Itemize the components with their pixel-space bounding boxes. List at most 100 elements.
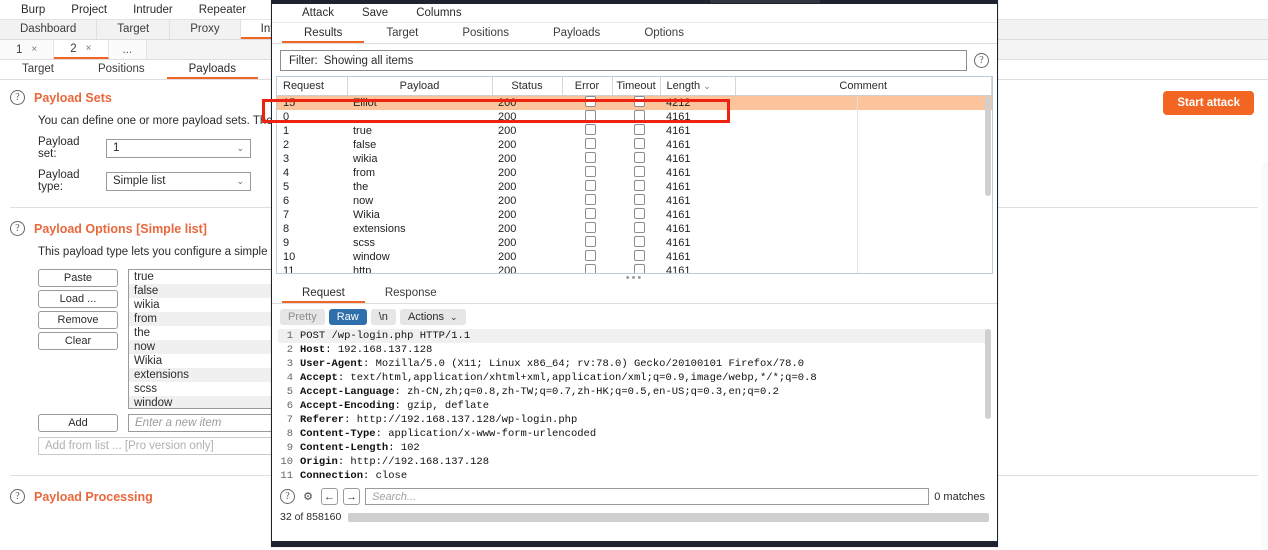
column-header-length[interactable]: Length ⌄ xyxy=(660,77,736,96)
timeout-checkbox[interactable] xyxy=(633,221,645,233)
splitter-handle[interactable]: ••• xyxy=(272,273,997,284)
table-row[interactable]: 7 Wikia 200 4161 xyxy=(277,207,992,222)
cell-comment[interactable] xyxy=(735,138,992,152)
error-checkbox[interactable] xyxy=(584,109,596,121)
timeout-checkbox[interactable] xyxy=(633,151,645,163)
tab-proxy[interactable]: Proxy xyxy=(170,20,241,39)
help-icon[interactable]: ? xyxy=(10,221,25,236)
close-icon[interactable]: × xyxy=(86,43,92,54)
pretty-button[interactable]: Pretty xyxy=(280,309,325,325)
attack-tab-2[interactable]: 2 × xyxy=(54,40,109,59)
window-titlebar[interactable]: root@kali xyxy=(710,0,820,3)
payload-set-select[interactable]: 1 ⌄ xyxy=(106,138,251,158)
cell-comment[interactable] xyxy=(735,208,992,222)
help-icon[interactable]: ? xyxy=(974,53,989,68)
main-panel-scrollbar[interactable] xyxy=(1262,162,1268,550)
tab-request[interactable]: Request xyxy=(282,284,365,303)
raw-button[interactable]: Raw xyxy=(328,309,367,325)
timeout-checkbox[interactable] xyxy=(633,165,645,177)
tab-dashboard[interactable]: Dashboard xyxy=(0,20,98,39)
cell-comment[interactable] xyxy=(735,180,992,194)
results-table-scrollbar[interactable] xyxy=(985,96,991,196)
subtab-payloads[interactable]: Payloads xyxy=(166,60,258,79)
search-next-button[interactable]: → xyxy=(343,488,360,505)
timeout-checkbox[interactable] xyxy=(633,137,645,149)
error-checkbox[interactable] xyxy=(584,137,596,149)
cell-comment[interactable] xyxy=(735,152,992,166)
subtab-target[interactable]: Target xyxy=(0,60,76,79)
column-header-comment[interactable]: Comment xyxy=(735,77,992,96)
timeout-checkbox[interactable] xyxy=(633,207,645,219)
table-row[interactable]: 3 wikia 200 4161 xyxy=(277,151,992,166)
table-row[interactable]: 2 false 200 4161 xyxy=(277,137,992,152)
column-header-payload[interactable]: Payload xyxy=(347,77,493,96)
timeout-checkbox[interactable] xyxy=(633,109,645,121)
error-checkbox[interactable] xyxy=(584,123,596,135)
help-icon[interactable]: ? xyxy=(280,489,295,504)
timeout-checkbox[interactable] xyxy=(633,123,645,135)
menu-item-attack[interactable]: Attack xyxy=(288,7,348,19)
timeout-checkbox[interactable] xyxy=(633,235,645,247)
actions-button[interactable]: Actions ⌄ xyxy=(399,309,466,325)
cell-comment[interactable] xyxy=(735,250,992,264)
column-header-status[interactable]: Status xyxy=(492,77,563,96)
payload-type-select[interactable]: Simple list ⌄ xyxy=(106,171,251,191)
remove-button[interactable]: Remove xyxy=(38,311,118,329)
error-checkbox[interactable] xyxy=(584,193,596,205)
error-checkbox[interactable] xyxy=(584,207,596,219)
error-checkbox[interactable] xyxy=(584,95,596,107)
close-icon[interactable]: × xyxy=(31,44,37,55)
error-checkbox[interactable] xyxy=(584,263,596,273)
cell-comment[interactable] xyxy=(735,236,992,250)
table-row[interactable]: 9 scss 200 4161 xyxy=(277,235,992,250)
attack-tab-more[interactable]: ... xyxy=(108,40,148,59)
column-header-error[interactable]: Error xyxy=(562,77,613,96)
attack-tab-1[interactable]: 1 × xyxy=(0,40,55,59)
timeout-checkbox[interactable] xyxy=(633,95,645,107)
menu-item-project[interactable]: Project xyxy=(58,0,120,20)
cell-comment[interactable] xyxy=(735,222,992,236)
filter-bar[interactable]: Filter: Showing all items xyxy=(280,50,967,71)
table-row[interactable]: 11 http 200 4161 xyxy=(277,263,992,273)
request-editor[interactable]: 1 POST /wp-login.php HTTP/1.1 2 Host: 19… xyxy=(278,329,991,484)
timeout-checkbox[interactable] xyxy=(633,249,645,261)
timeout-checkbox[interactable] xyxy=(633,263,645,273)
paste-button[interactable]: Paste xyxy=(38,269,118,287)
error-checkbox[interactable] xyxy=(584,179,596,191)
search-input[interactable]: Search... xyxy=(365,488,930,505)
error-checkbox[interactable] xyxy=(584,165,596,177)
tab-payloads[interactable]: Payloads xyxy=(531,23,622,43)
load-button[interactable]: Load ... xyxy=(38,290,118,308)
table-row[interactable]: 5 the 200 4161 xyxy=(277,179,992,194)
table-row[interactable]: 15 Elliot 200 4212 xyxy=(277,95,992,110)
table-row[interactable]: 4 from 200 4161 xyxy=(277,165,992,180)
newline-button[interactable]: \n xyxy=(370,309,396,325)
cell-comment[interactable] xyxy=(735,110,992,124)
timeout-checkbox[interactable] xyxy=(633,179,645,191)
menu-item-burp[interactable]: Burp xyxy=(8,0,58,20)
search-prev-button[interactable]: ← xyxy=(321,488,338,505)
request-editor-scrollbar[interactable] xyxy=(985,329,991,419)
error-checkbox[interactable] xyxy=(584,249,596,261)
menu-item-columns[interactable]: Columns xyxy=(402,7,475,19)
cell-comment[interactable] xyxy=(735,95,992,110)
error-checkbox[interactable] xyxy=(584,151,596,163)
gear-icon[interactable]: ⚙ xyxy=(300,489,316,505)
cell-comment[interactable] xyxy=(735,194,992,208)
tab-target[interactable]: Target xyxy=(364,23,440,43)
add-button[interactable]: Add xyxy=(38,414,118,432)
tab-results[interactable]: Results xyxy=(282,23,365,43)
tab-target[interactable]: Target xyxy=(97,20,171,39)
menu-item-repeater[interactable]: Repeater xyxy=(186,0,259,20)
menu-item-save[interactable]: Save xyxy=(348,7,402,19)
table-row[interactable]: 1 true 200 4161 xyxy=(277,123,992,138)
error-checkbox[interactable] xyxy=(584,235,596,247)
timeout-checkbox[interactable] xyxy=(633,193,645,205)
subtab-positions[interactable]: Positions xyxy=(76,60,167,79)
table-row[interactable]: 6 now 200 4161 xyxy=(277,193,992,208)
tab-positions[interactable]: Positions xyxy=(440,23,531,43)
column-header-request[interactable]: Request xyxy=(277,77,348,96)
menu-item-intruder[interactable]: Intruder xyxy=(120,0,186,20)
table-row[interactable]: 8 extensions 200 4161 xyxy=(277,221,992,236)
column-header-timeout[interactable]: Timeout xyxy=(612,77,661,96)
